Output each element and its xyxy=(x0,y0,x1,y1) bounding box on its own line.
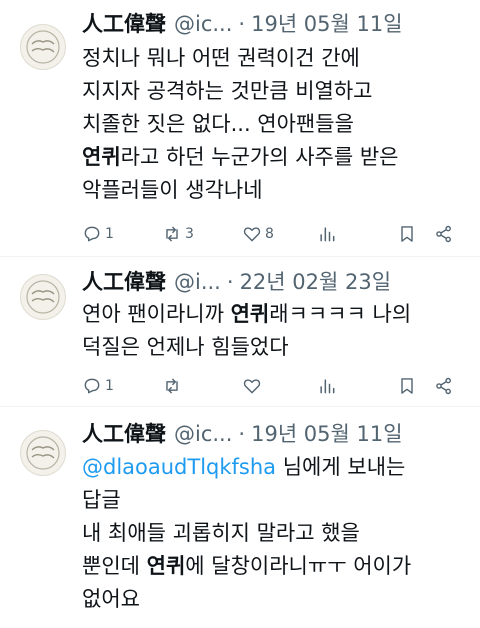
separator-dot: · xyxy=(238,12,246,36)
tweet-line: 악플러들이 생각나네 xyxy=(82,178,263,202)
like-button[interactable]: 8 xyxy=(242,224,274,244)
reply-count: 1 xyxy=(105,378,114,394)
tweet-text-fragment: 래ㅋㅋㅋㅋ 나의 xyxy=(269,302,412,326)
heart-icon xyxy=(243,379,261,394)
tweet-line: 덕질은 언제나 힘들었다 xyxy=(82,335,289,359)
tweet-3[interactable]: 人工偉聲 @ic... · 19년 05월 11일 @dlaoaudTlqkfs… xyxy=(0,406,480,628)
tweet-line: 연아 팬이라니까 연퀴래ㅋㅋㅋㅋ 나의 xyxy=(82,298,468,331)
heart-icon xyxy=(243,227,261,242)
tweet-text-fragment: 에 달창이라니ㅠㅜ 어이가 xyxy=(185,554,412,578)
tweet-line: 내 최애들 괴롭히지 말라고 했을 xyxy=(82,521,360,545)
bold-keyword: 연퀴 xyxy=(146,554,186,578)
display-name[interactable]: 人工偉聲 xyxy=(82,8,166,38)
tweet-line: 지지자 공격하는 것만큼 비열하고 xyxy=(82,79,373,103)
share-icon xyxy=(436,225,451,243)
avatar[interactable] xyxy=(20,430,66,476)
avatar[interactable] xyxy=(20,24,66,70)
bookmark-button[interactable] xyxy=(397,224,417,244)
bold-keyword: 연퀴 xyxy=(230,302,270,326)
bold-keyword: 연퀴 xyxy=(82,145,121,169)
tweet-date[interactable]: 19년 05월 11일 xyxy=(251,8,402,38)
tweet-date[interactable]: 19년 05월 11일 xyxy=(251,418,402,448)
views-icon xyxy=(320,227,335,242)
tweet-line: 연퀴라고 하던 누군가의 사주를 받은 xyxy=(82,141,468,174)
tweet-line: 답글 xyxy=(82,488,121,512)
user-handle[interactable]: @i... xyxy=(174,270,221,294)
retweet-button[interactable]: 3 xyxy=(162,224,194,244)
retweet-count: 3 xyxy=(185,226,194,242)
action-bar: 1 3 8 xyxy=(82,224,464,248)
tweet-line: @dlaoaudTlqkfsha 님에게 보내는 xyxy=(82,451,468,484)
retweet-button[interactable] xyxy=(162,376,182,396)
tweet-line: 치졸한 짓은 없다... 연아팬들을 xyxy=(82,112,354,136)
bookmark-icon xyxy=(401,378,413,394)
reply-icon xyxy=(84,226,100,242)
tweet-text: 연아 팬이라니까 연퀴래ㅋㅋㅋㅋ 나의 덕질은 언제나 힘들었다 xyxy=(82,298,468,364)
tweet-date[interactable]: 22년 02월 23일 xyxy=(240,266,391,296)
action-bar: 1 xyxy=(82,376,464,400)
like-button[interactable] xyxy=(242,376,262,396)
display-name[interactable]: 人工偉聲 xyxy=(82,266,166,296)
tweet-text-fragment: 연아 팬이라니까 xyxy=(82,302,231,326)
separator-dot: · xyxy=(226,270,234,294)
tweet-line: 정치나 뭐나 어떤 권력이건 간에 xyxy=(82,46,360,70)
tweet-line: 뿐인데 연퀴에 달창이라니ㅠㅜ 어이가 xyxy=(82,550,468,583)
tweet-1[interactable]: 人工偉聲 @ic... · 19년 05월 11일 정치나 뭐나 어떤 권력이건… xyxy=(0,0,480,257)
bookmark-icon xyxy=(401,226,413,242)
like-count: 8 xyxy=(265,226,274,242)
avatar[interactable] xyxy=(20,274,66,320)
reply-button[interactable]: 1 xyxy=(82,224,114,244)
tweet-text-fragment: 라고 하던 누군가의 사주를 받은 xyxy=(120,145,399,169)
avatar-logo-icon xyxy=(26,436,60,470)
avatar-logo-icon xyxy=(26,30,60,64)
tweet-line: 없어요 xyxy=(82,587,140,611)
retweet-icon xyxy=(166,378,178,394)
retweet-icon xyxy=(166,226,178,242)
reply-count: 1 xyxy=(105,226,114,242)
bookmark-button[interactable] xyxy=(397,376,417,396)
avatar-logo-icon xyxy=(26,280,60,314)
tweet-text-fragment: 님에게 보내는 xyxy=(276,455,406,479)
share-icon xyxy=(436,377,451,395)
user-handle[interactable]: @ic... xyxy=(174,12,232,36)
tweet-2[interactable]: 人工偉聲 @i... · 22년 02월 23일 연아 팬이라니까 연퀴래ㅋㅋㅋ… xyxy=(0,256,480,407)
reply-icon xyxy=(84,378,100,394)
share-button[interactable] xyxy=(434,224,454,244)
reply-button[interactable]: 1 xyxy=(82,376,114,396)
views-button[interactable] xyxy=(317,376,337,396)
views-button[interactable] xyxy=(317,224,337,244)
tweet-text: 정치나 뭐나 어떤 권력이건 간에 지지자 공격하는 것만큼 비열하고 치졸한 … xyxy=(82,42,468,207)
user-handle[interactable]: @ic... xyxy=(174,422,232,446)
mention-link[interactable]: @dlaoaudTlqkfsha xyxy=(82,455,276,479)
display-name[interactable]: 人工偉聲 xyxy=(82,418,166,448)
share-button[interactable] xyxy=(434,376,454,396)
separator-dot: · xyxy=(238,422,246,446)
tweet-text-fragment: 뿐인데 xyxy=(82,554,147,578)
views-icon xyxy=(320,379,335,394)
tweet-text: @dlaoaudTlqkfsha 님에게 보내는 답글 내 최애들 괴롭히지 말… xyxy=(82,451,468,616)
